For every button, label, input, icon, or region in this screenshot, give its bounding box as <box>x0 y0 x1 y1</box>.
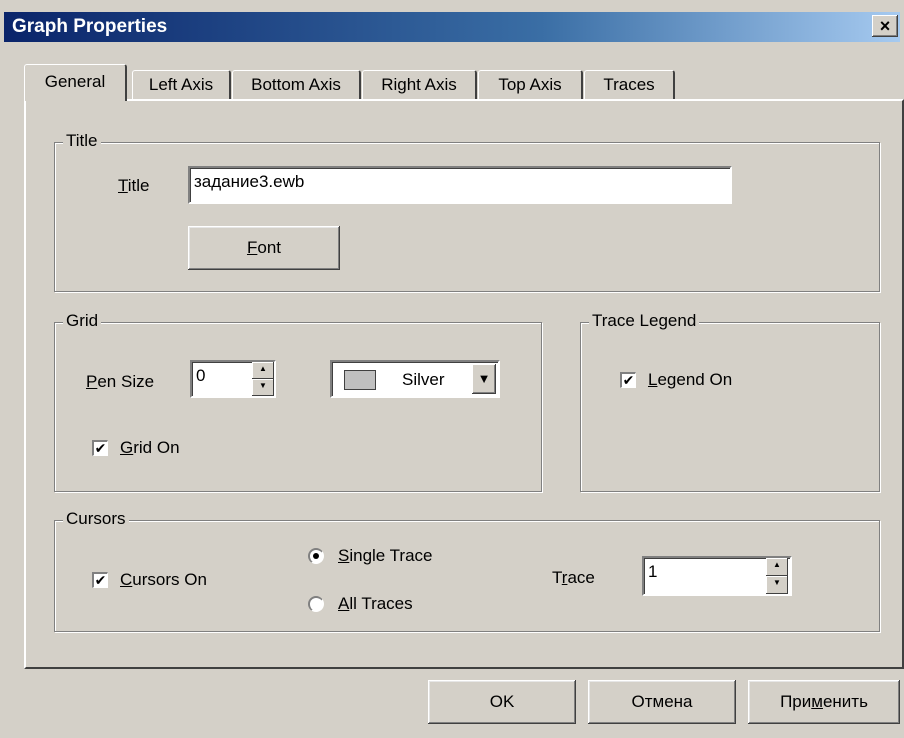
radio-selected-dot <box>313 553 319 559</box>
trace-legend-group-legend: Trace Legend <box>589 311 700 331</box>
tab-traces[interactable]: Traces <box>584 70 675 99</box>
tab-bottom-axis[interactable]: Bottom Axis <box>232 70 361 99</box>
graph-properties-dialog: Graph Properties × General Left Axis Bot… <box>0 0 904 738</box>
title-bar: Graph Properties × <box>4 12 900 42</box>
all-traces-radio[interactable] <box>308 596 324 612</box>
pen-size-value: 0 <box>196 366 206 385</box>
title-group-legend: Title <box>63 131 101 151</box>
tab-top-axis[interactable]: Top Axis <box>478 70 583 99</box>
tab-general[interactable]: General <box>24 64 127 101</box>
spin-up-arrow-icon[interactable]: ▲ <box>252 362 274 379</box>
grid-color-value: Silver <box>402 370 445 389</box>
grid-on-label: Grid On <box>120 438 180 457</box>
title-group: Title <box>54 131 880 292</box>
window-title: Graph Properties <box>12 16 168 37</box>
cancel-button[interactable]: Отмена <box>588 680 736 724</box>
spin-down-arrow-icon[interactable]: ▼ <box>766 576 788 594</box>
pen-size-spinner[interactable]: ▲ ▼ <box>252 362 274 396</box>
ok-button[interactable]: OK <box>428 680 576 724</box>
grid-color-select[interactable]: Silver ▼ <box>330 360 500 398</box>
apply-button[interactable]: Применить <box>748 680 900 724</box>
grid-on-checkbox[interactable]: ✔ <box>92 440 108 456</box>
cursors-group-legend: Cursors <box>63 509 129 529</box>
grid-group-legend: Grid <box>63 311 102 331</box>
close-icon: × <box>879 16 891 36</box>
trace-label: Trace <box>552 568 595 587</box>
tab-left-axis[interactable]: Left Axis <box>132 70 231 99</box>
grid-group: Grid <box>54 311 542 492</box>
tab-right-axis[interactable]: Right Axis <box>362 70 477 99</box>
spin-up-arrow-icon[interactable]: ▲ <box>766 558 788 576</box>
font-button[interactable]: Font <box>188 226 340 270</box>
chevron-down-icon[interactable]: ▼ <box>472 364 496 394</box>
title-input[interactable]: задание3.ewb <box>188 166 732 204</box>
pen-size-label: Pen Size <box>86 372 155 391</box>
close-button[interactable]: × <box>872 15 898 37</box>
single-trace-radio[interactable] <box>308 548 324 564</box>
trace-number-spinner[interactable]: ▲ ▼ <box>766 558 788 594</box>
legend-on-label: Legend On <box>648 370 733 389</box>
cursors-on-checkbox[interactable]: ✔ <box>92 572 108 588</box>
trace-number-value: 1 <box>648 562 658 581</box>
cursors-on-label: Cursors On <box>120 570 207 589</box>
single-trace-label: Single Trace <box>338 546 433 565</box>
trace-legend-group: Trace Legend <box>580 311 880 492</box>
spin-down-arrow-icon[interactable]: ▼ <box>252 379 274 396</box>
title-field-label: Title <box>118 176 150 195</box>
legend-on-checkbox[interactable]: ✔ <box>620 372 636 388</box>
color-swatch <box>344 370 376 390</box>
all-traces-label: All Traces <box>338 594 413 613</box>
